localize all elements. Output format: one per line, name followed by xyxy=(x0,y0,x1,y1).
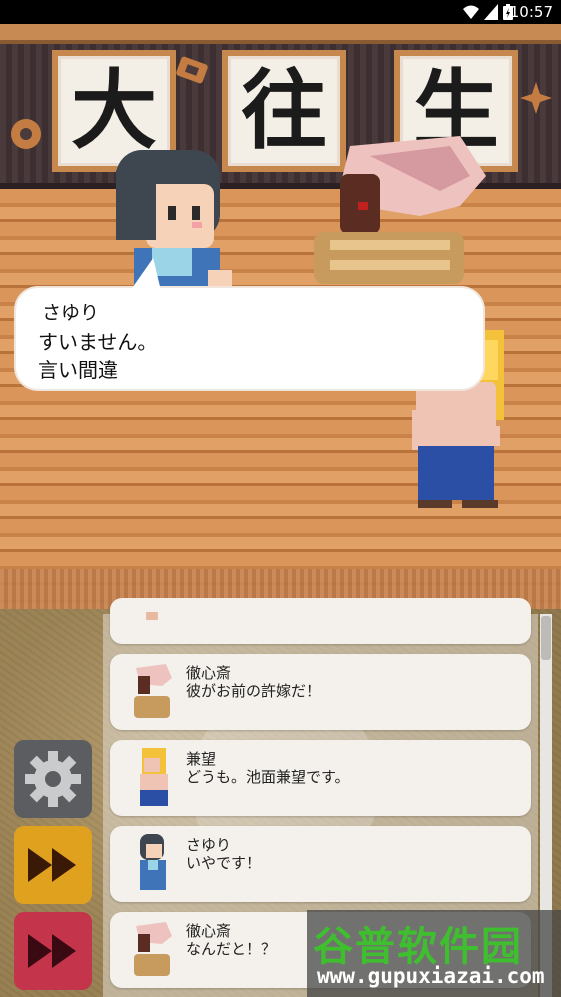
log-scrollbar-thumb[interactable] xyxy=(541,616,551,660)
character-tesshinsai xyxy=(314,136,486,284)
fast-forward-button[interactable] xyxy=(14,826,92,904)
log-entry[interactable]: さゆり いやです！ xyxy=(110,826,531,902)
log-entry[interactable]: 兼望 どうも。池面兼望です。 xyxy=(110,740,531,816)
signal-icon xyxy=(484,4,498,20)
log-text: なんだと！？ xyxy=(186,940,277,958)
watermark: 谷普软件园 www.gupuxiazai.com xyxy=(307,910,561,997)
portrait-sayuri-icon xyxy=(140,834,166,890)
portrait-tesshinsai-icon xyxy=(146,612,158,621)
game-scene[interactable]: 大 往 生 さゆり すいません。 言い間違 xyxy=(0,24,561,609)
log-text: 彼がお前の許嫁だ！ xyxy=(186,682,322,700)
fast-forward-icon xyxy=(28,848,76,882)
crest-icon xyxy=(520,82,552,114)
dialogue-line: すいません。 xyxy=(38,330,158,354)
log-text: いやです！ xyxy=(186,854,262,872)
portrait-tesshinsai-icon xyxy=(134,922,172,976)
log-entry[interactable]: 徹心斎 彼がお前の許嫁だ！ xyxy=(110,654,531,730)
gear-icon xyxy=(25,751,81,807)
dialogue-bubble[interactable]: さゆり すいません。 言い間違 xyxy=(16,258,483,389)
log-text: どうも。池面兼望です。 xyxy=(186,768,350,786)
crest-icon xyxy=(11,119,41,149)
settings-button[interactable] xyxy=(14,740,92,818)
portrait-kenbou-icon xyxy=(140,748,168,806)
log-entry-partial[interactable] xyxy=(110,598,531,644)
ceiling-beam xyxy=(0,24,561,44)
character-sayuri xyxy=(116,150,232,310)
skip-icon xyxy=(28,934,76,968)
skip-button[interactable] xyxy=(14,912,92,990)
portrait-tesshinsai-icon xyxy=(134,664,172,718)
status-bar: 10:57 xyxy=(0,0,561,24)
dialogue-speaker: さゆり xyxy=(42,302,100,324)
clock: 10:57 xyxy=(509,3,553,21)
wifi-icon xyxy=(463,5,479,19)
watermark-url: www.gupuxiazai.com xyxy=(317,964,545,988)
dialogue-line: 言い間違 xyxy=(38,358,118,382)
